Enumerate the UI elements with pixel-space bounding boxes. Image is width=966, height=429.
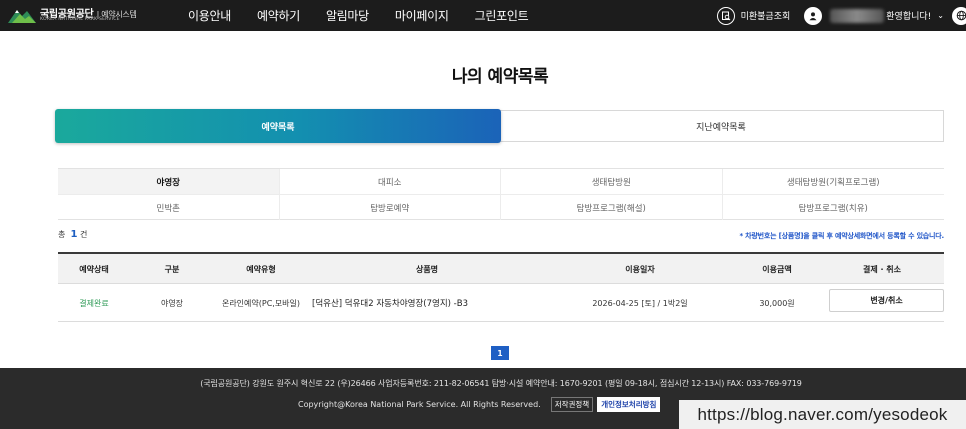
footer-copyright: Copyright@Korea National Park Service. A… [298, 400, 541, 409]
category-trail-reservation[interactable]: 탐방로예약 [280, 195, 501, 220]
blurred-username [830, 8, 885, 23]
globe-icon[interactable] [952, 6, 966, 25]
category-shelter[interactable]: 대피소 [279, 169, 501, 195]
nav-greenpoint[interactable]: 그린포인트 [475, 7, 529, 24]
search-doc-icon[interactable] [716, 6, 735, 25]
nav-reserve[interactable]: 예약하기 [257, 7, 300, 24]
chevron-down-icon[interactable]: ⌄ [937, 11, 944, 20]
col-category: 구분 [164, 264, 180, 274]
category-lodging-village[interactable]: 민박촌 [58, 195, 280, 220]
logo-subtitle: KOREA NATIONAL PARK SERVICE [40, 17, 120, 22]
page-title: 나의 예약목록 [451, 67, 549, 87]
welcome-text: 환영합니다! [886, 12, 932, 22]
main-nav: 이용안내 예약하기 알림마당 마이페이지 그린포인트 [188, 0, 529, 31]
result-count-number: 1 [70, 229, 78, 240]
col-action: 결제 · 취소 [862, 264, 902, 274]
category-campground[interactable]: 야영장 [58, 169, 280, 195]
table-header: 예약상태 구분 예약유형 상품명 이용일자 이용금액 결제 · 취소 [58, 252, 944, 284]
copyright-policy-link[interactable]: 저작권정책 [550, 397, 594, 412]
user-icon[interactable] [804, 6, 823, 25]
result-count: 총 1 건 [58, 229, 88, 240]
row-type: 온라인예약(PC,모바일) [221, 298, 301, 308]
row-category: 야영장 [160, 298, 184, 308]
main-tabs: 지난예약목록 예약목록 [55, 109, 944, 143]
category-program-interpretation[interactable]: 탐방프로그램(해설) [501, 195, 723, 220]
change-cancel-button[interactable]: 변경/취소 [829, 289, 944, 312]
category-eco-center-program[interactable]: 생태탐방원(기획프로그램) [722, 169, 944, 195]
table-row: 결제완료 야영장 온라인예약(PC,모바일) [덕유산] 덕유대2 자동차야영장… [58, 284, 944, 322]
nav-guide[interactable]: 이용안내 [188, 7, 231, 24]
header-utilities: 미환불금조회 환영합니다! ⌄ [716, 0, 966, 31]
footer-address: (국립공원공단) 강원도 원주시 혁신로 22 (우)26466 사업자등록번호… [200, 379, 802, 388]
category-program-healing[interactable]: 탐방프로그램(치유) [723, 195, 945, 220]
vehicle-notice: * 차량번호는 [상품명]을 클릭 후 예약상세화면에서 등록할 수 있습니다. [739, 232, 944, 240]
category-eco-center[interactable]: 생태탐방원 [501, 169, 723, 195]
col-product: 상품명 [415, 264, 439, 274]
row-status: 결제완료 [79, 298, 109, 308]
pagination-page-1[interactable]: 1 [491, 346, 509, 360]
row-product-link[interactable]: [덕유산] 덕유대2 자동차야영장(7영지) -B3 [312, 284, 544, 322]
nav-notice[interactable]: 알림마당 [326, 7, 369, 24]
tab-past-reservations[interactable]: 지난예약목록 [499, 110, 944, 142]
top-header: 국립공원공단 | 예약시스템 KOREA NATIONAL PARK SERVI… [0, 0, 966, 31]
reservation-table: 예약상태 구분 예약유형 상품명 이용일자 이용금액 결제 · 취소 결제완료 … [58, 252, 944, 322]
privacy-policy-link[interactable]: 개인정보처리방침 [597, 397, 661, 412]
mountain-logo-icon [8, 10, 36, 23]
category-tabs: 야영장 대피소 생태탐방원 생태탐방원(기획프로그램) 민박촌 탐방로예약 탐방… [58, 168, 944, 220]
col-date: 이용일자 [625, 264, 655, 274]
row-date: 2026-04-25 [토] / 1박2일 [592, 298, 688, 308]
site-logo[interactable]: 국립공원공단 | 예약시스템 KOREA NATIONAL PARK SERVI… [8, 5, 148, 25]
blog-watermark: https://blog.naver.com/yesodeok [679, 400, 966, 429]
col-status: 예약상태 [79, 264, 109, 274]
row-amount: 30,000원 [759, 298, 795, 308]
nav-mypage[interactable]: 마이페이지 [395, 7, 449, 24]
col-amount: 이용금액 [762, 264, 792, 274]
footer-copyright-row: Copyright@Korea National Park Service. A… [298, 397, 664, 412]
col-type: 예약유형 [246, 264, 276, 274]
tab-reservations[interactable]: 예약목록 [55, 109, 501, 143]
unpaid-inquiry-link[interactable]: 미환불금조회 [741, 9, 791, 22]
